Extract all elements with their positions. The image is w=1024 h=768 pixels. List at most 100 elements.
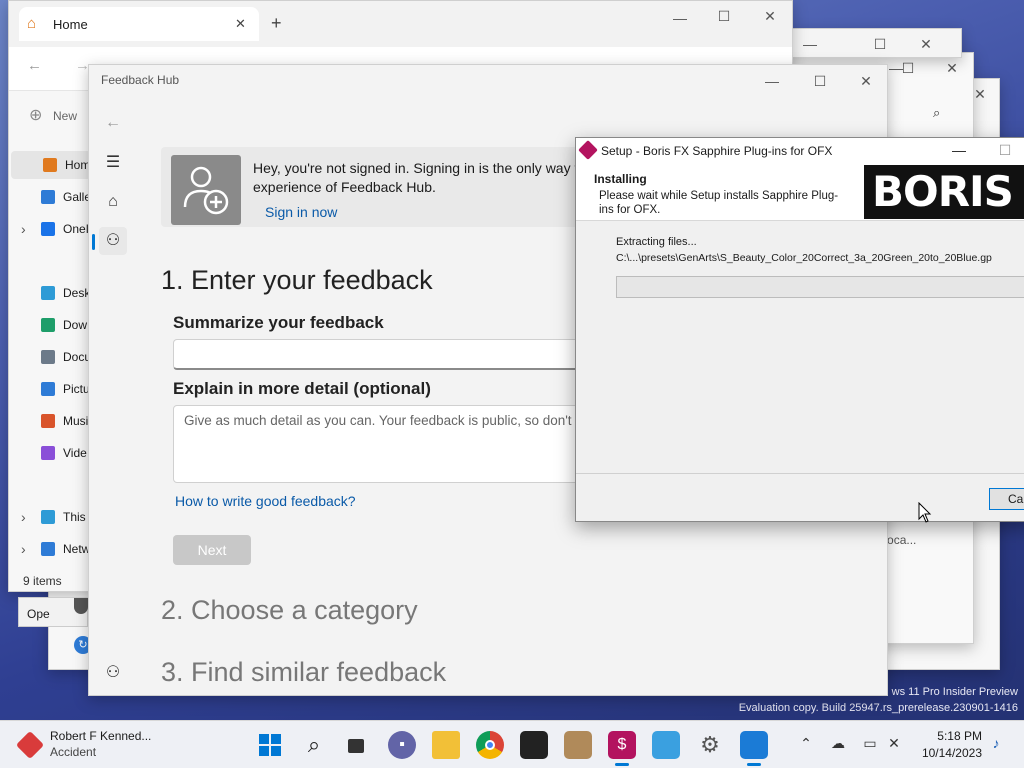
new-icon[interactable]: ⊕ xyxy=(29,105,42,125)
notification-bell-icon[interactable]: ♪ xyxy=(986,735,1006,751)
install-progress-bar xyxy=(616,276,1024,298)
documents-icon xyxy=(41,350,55,364)
minimize-icon[interactable]: — xyxy=(795,33,825,55)
sidebar-item-pictures[interactable]: Pictu xyxy=(9,375,90,403)
file-explorer-icon[interactable] xyxy=(432,731,460,759)
sidebar-item-download[interactable]: Dow xyxy=(9,311,89,339)
minimize-icon[interactable]: — xyxy=(665,7,695,29)
news-alert-icon xyxy=(15,730,45,760)
sidebar-item-label: Pictu xyxy=(63,382,90,396)
how-to-link[interactable]: How to write good feedback? xyxy=(175,493,356,509)
tab-title: Home xyxy=(53,17,88,32)
music-icon xyxy=(41,414,55,428)
close-icon[interactable]: ✕ xyxy=(851,70,881,92)
setup-header: Installing Please wait while Setup insta… xyxy=(576,163,1024,221)
search-icon[interactable]: ⌕ xyxy=(933,105,940,121)
search-icon[interactable]: ⌕ xyxy=(300,731,328,759)
remote-desktop-icon[interactable] xyxy=(652,731,680,759)
close-tab-icon[interactable]: ✕ xyxy=(235,16,246,32)
chevron-up-icon[interactable]: ⌃ xyxy=(796,735,816,752)
sidebar-item-documents[interactable]: Docu xyxy=(9,343,92,371)
setup-app-icon xyxy=(578,140,598,160)
close-icon[interactable]: ✕ xyxy=(911,33,941,55)
sign-in-link[interactable]: Sign in now xyxy=(265,204,337,220)
sidebar-item-home[interactable]: Home xyxy=(11,151,97,179)
menu-icon[interactable]: ☰ xyxy=(99,149,127,177)
chevron-right-icon[interactable]: › xyxy=(21,215,26,243)
back-icon[interactable]: ← xyxy=(27,57,42,74)
sidebar-item-label: Docu xyxy=(63,350,92,364)
clock-date[interactable]: 10/14/2023 xyxy=(916,746,982,760)
chrome-icon[interactable] xyxy=(476,731,504,759)
banner-text-2: experience of Feedback Hub. xyxy=(253,179,436,195)
watermark-line1: ws 11 Pro Insider Preview xyxy=(891,686,1018,698)
extract-status: Extracting files... xyxy=(616,236,697,248)
maximize-icon[interactable]: ☐ xyxy=(805,70,835,92)
explorer-tab-bar: ⌂ Home ✕ + — ☐ ✕ xyxy=(9,1,792,47)
cloud-icon[interactable]: ☁ xyxy=(828,735,848,752)
installing-subtext: Please wait while Setup installs Sapphir… xyxy=(599,190,839,216)
feedback-active-indicator xyxy=(747,763,761,766)
add-account-icon[interactable]: ⚇ xyxy=(99,659,127,687)
sidebar-item-label: Dow xyxy=(63,318,88,332)
sidebar-item-this-pc[interactable]: › This xyxy=(9,503,89,531)
maximize-icon[interactable]: ☐ xyxy=(865,33,895,55)
clock-time[interactable]: 5:18 PM xyxy=(936,729,982,743)
video-editor-icon[interactable] xyxy=(520,731,548,759)
settings-icon[interactable]: ⚙ xyxy=(696,731,724,759)
news-widget[interactable]: Robert F Kenned... Accident xyxy=(14,727,164,763)
mute-icon[interactable]: ✕ xyxy=(884,735,904,752)
sidebar-item-label: This xyxy=(63,510,86,524)
summarize-label: Summarize your feedback xyxy=(173,313,384,332)
network-icon[interactable]: ▭ xyxy=(860,735,880,752)
sidebar-item-desktop[interactable]: Desk xyxy=(9,279,90,307)
back-icon[interactable]: ← xyxy=(99,109,127,137)
sidebar-item-gallery[interactable]: Galle xyxy=(9,183,91,211)
setup-title: Setup - Boris FX Sapphire Plug-ins for O… xyxy=(601,144,833,158)
maximize-icon[interactable]: ☐ xyxy=(990,139,1020,161)
setup-title-bar: Setup - Boris FX Sapphire Plug-ins for O… xyxy=(576,138,1024,163)
sidebar-item-network[interactable]: › Netw xyxy=(9,535,90,563)
taskbar: Robert F Kenned... Accident ⌕ ▪ $ ⚙ ⌃ ☁ … xyxy=(0,720,1024,768)
close-icon[interactable]: ✕ xyxy=(937,57,967,79)
package-icon[interactable] xyxy=(564,731,592,759)
feedback-icon[interactable]: ⚇ xyxy=(99,227,127,255)
close-icon[interactable]: ✕ xyxy=(755,5,785,27)
cancel-button[interactable]: Can xyxy=(989,488,1024,510)
step-1-heading: 1. Enter your feedback xyxy=(161,265,433,295)
start-icon[interactable] xyxy=(256,731,284,759)
task-view-icon[interactable] xyxy=(343,731,371,759)
window-title: Feedback Hub xyxy=(101,73,180,87)
explorer-command-bar: ⊕ New xyxy=(9,91,89,141)
sidebar-item-music[interactable]: Musi xyxy=(9,407,89,435)
new-button[interactable]: New xyxy=(53,109,77,123)
watermark-line2: Evaluation copy. Build 25947.rs_prerelea… xyxy=(738,702,1018,714)
new-tab-icon[interactable]: + xyxy=(271,13,282,34)
mouse-cursor xyxy=(918,502,932,523)
maximize-icon[interactable]: ☐ xyxy=(709,5,739,27)
sidebar-item-onedrive[interactable]: › OneI xyxy=(9,215,89,243)
tab-home[interactable]: ⌂ Home ✕ xyxy=(19,7,259,41)
chevron-right-icon[interactable]: › xyxy=(21,503,26,531)
feedback-hub-icon[interactable] xyxy=(740,731,768,759)
step-3-heading: 3. Find similar feedback xyxy=(161,657,447,687)
network-icon xyxy=(41,542,55,556)
maximize-icon[interactable]: ☐ xyxy=(893,57,923,79)
nav-rail: ← ☰ ⌂ ⚇ ⚇ ⚙ xyxy=(89,103,137,695)
home-icon[interactable]: ⌂ xyxy=(99,188,127,216)
summary-input[interactable] xyxy=(173,339,613,370)
setup-footer: Can xyxy=(576,473,1024,521)
chevron-right-icon[interactable]: › xyxy=(21,535,26,563)
minimize-icon[interactable]: — xyxy=(944,139,974,161)
next-button[interactable]: Next xyxy=(173,535,251,565)
minimize-icon[interactable]: — xyxy=(757,70,787,92)
teams-chat-icon[interactable]: ▪ xyxy=(388,731,416,759)
sidebar-item-videos[interactable]: Vide xyxy=(9,439,89,467)
sidebar-item-label: OneI xyxy=(63,222,90,236)
explain-label: Explain in more detail (optional) xyxy=(173,379,431,398)
sapphire-setup-icon[interactable]: $ xyxy=(608,731,636,759)
this-pc-icon xyxy=(41,510,55,524)
details-textarea[interactable]: Give as much detail as you can. Your fee… xyxy=(173,405,613,483)
step-2-heading: 2. Choose a category xyxy=(161,595,418,625)
explorer-sidebar: Home Galle › OneI Desk Dow Docu Pictu Musi Vide › T… xyxy=(9,149,97,579)
